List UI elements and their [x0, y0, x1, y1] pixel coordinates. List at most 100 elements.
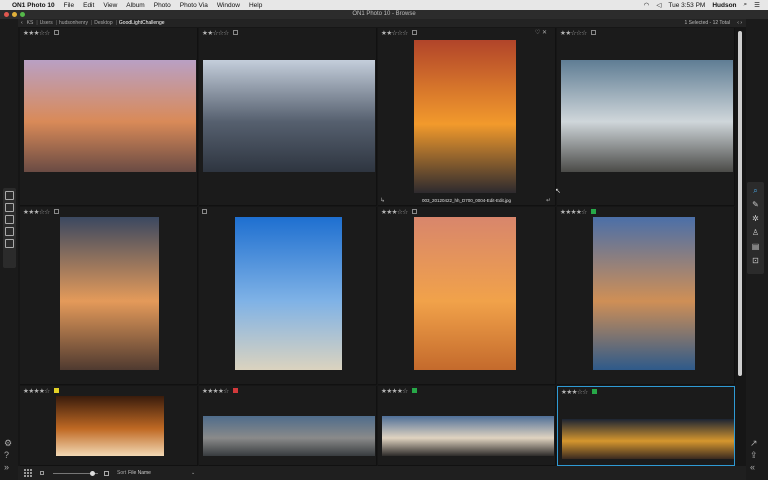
breadcrumb-item[interactable]: KS [27, 20, 34, 26]
photo-thumbnail[interactable] [414, 40, 516, 193]
photo-cell[interactable]: ★★★☆☆ [20, 207, 198, 385]
photo-cell[interactable]: ★★★★☆ [199, 386, 377, 466]
chevron-down-icon[interactable]: ⌄ [191, 470, 195, 476]
menu-window[interactable]: Window [217, 2, 240, 9]
back-icon[interactable]: ‹ [21, 20, 23, 26]
photo-cell[interactable]: ★★★☆☆ [557, 386, 735, 466]
share-icon[interactable]: ⇪ [750, 450, 758, 460]
star-rating[interactable]: ★★★★☆ [560, 208, 587, 216]
portrait-icon[interactable]: ♙ [750, 227, 761, 238]
thumbnail-size-slider[interactable] [53, 470, 98, 476]
color-label[interactable] [233, 30, 238, 35]
rotate-left-icon[interactable]: ↳ [380, 197, 385, 204]
breadcrumb-item[interactable]: Desktop [94, 20, 112, 26]
star-rating[interactable]: ★★★★☆ [381, 387, 408, 395]
photo-filename: 003_20120422_hh_D700_0004-Edit-Edit.jpg [421, 198, 512, 203]
color-label[interactable] [412, 209, 417, 214]
menu-album[interactable]: Album [126, 2, 144, 9]
photo-cell[interactable]: ★★☆☆☆ [199, 28, 377, 206]
menu-photo-via[interactable]: Photo Via [180, 2, 208, 9]
star-rating[interactable]: ★★★☆☆ [23, 29, 50, 37]
menu-view[interactable]: View [103, 2, 117, 9]
star-rating[interactable]: ★★☆☆☆ [560, 29, 587, 37]
photo-thumbnail[interactable] [593, 217, 695, 370]
color-label[interactable] [202, 209, 207, 214]
photo-cell[interactable]: ★★★☆☆ [378, 207, 556, 385]
breadcrumb-item[interactable]: Users [40, 20, 53, 26]
forward-icon[interactable]: ‹ › [737, 20, 742, 26]
right-module-panel: ⌕ ✎ ✲ ♙ ▤ ⊡ [747, 182, 764, 274]
effects-icon[interactable]: ✲ [750, 213, 761, 224]
photo-thumbnail[interactable] [24, 60, 196, 172]
collapse-right-icon[interactable]: « [750, 462, 758, 472]
wifi-icon[interactable]: ◠ [644, 1, 650, 9]
color-label[interactable] [412, 388, 417, 393]
photo-cell[interactable] [199, 207, 377, 385]
photo-thumbnail[interactable] [203, 60, 375, 172]
tray-icon[interactable] [5, 215, 14, 224]
search-icon[interactable]: ⌕ [744, 1, 748, 9]
photo-cell[interactable]: ★★☆☆☆ ♡ ✕ 003_20120422_hh_D700_0004-Edit-E… [378, 28, 556, 206]
star-rating[interactable]: ★★☆☆☆ [381, 29, 408, 37]
photo-thumbnail[interactable] [414, 217, 516, 370]
gear-icon[interactable]: ⚙ [4, 438, 12, 448]
color-label[interactable] [54, 388, 59, 393]
list-icon[interactable]: ☰ [754, 1, 760, 9]
volume-icon[interactable]: ◁ [656, 1, 661, 9]
grid-scrollbar[interactable] [737, 29, 743, 466]
scrollbar-thumb[interactable] [738, 31, 742, 376]
photo-thumbnail[interactable] [235, 217, 342, 370]
star-rating[interactable]: ★★★☆☆ [381, 208, 408, 216]
photo-thumbnail[interactable] [203, 416, 375, 456]
clock[interactable]: Tue 3:53 PM [668, 2, 705, 9]
large-thumb-icon [104, 470, 109, 476]
breadcrumb-item[interactable]: hudsonhenry [59, 20, 88, 26]
camera-icon[interactable] [5, 203, 14, 212]
sort-select[interactable]: File Name [128, 470, 151, 476]
slider-knob[interactable] [90, 470, 95, 476]
photo-cell[interactable]: ★★★★☆ [378, 386, 556, 466]
photo-cell[interactable]: ★★☆☆☆ [557, 28, 735, 206]
cloud-icon[interactable] [5, 227, 14, 236]
app-menu[interactable]: ON1 Photo 10 [12, 2, 55, 9]
help-icon[interactable]: ? [4, 450, 12, 460]
color-label[interactable] [592, 389, 597, 394]
photo-cell[interactable]: ★★★★☆ [557, 207, 735, 385]
star-rating[interactable]: ★★★★☆ [202, 387, 229, 395]
layers-icon[interactable] [5, 239, 14, 248]
layers-module-icon[interactable]: ▤ [750, 241, 761, 252]
menu-file[interactable]: File [64, 2, 74, 9]
color-label[interactable] [54, 30, 59, 35]
menu-edit[interactable]: Edit [83, 2, 94, 9]
photo-cell[interactable]: ★★★★☆ [20, 386, 198, 466]
menu-photo[interactable]: Photo [154, 2, 171, 9]
browse-icon[interactable]: ⌕ [750, 185, 761, 196]
color-label[interactable] [412, 30, 417, 35]
breadcrumb-current[interactable]: GoodLightChallenge [119, 20, 165, 26]
star-rating[interactable]: ★★★☆☆ [23, 208, 50, 216]
color-label[interactable] [591, 30, 596, 35]
color-label[interactable] [54, 209, 59, 214]
menu-help[interactable]: Help [249, 2, 262, 9]
photo-thumbnail[interactable] [562, 419, 734, 459]
resize-icon[interactable]: ⊡ [750, 255, 761, 266]
breadcrumb: ‹ KS | Users | hudsonhenry | Desktop | GoodL… [18, 19, 746, 27]
browse-module-icon[interactable] [5, 191, 14, 200]
develop-icon[interactable]: ✎ [750, 199, 761, 210]
rotate-right-icon[interactable]: ↵ [546, 197, 551, 204]
photo-thumbnail[interactable] [561, 60, 733, 172]
star-rating[interactable]: ★★★☆☆ [561, 388, 588, 396]
color-label[interactable] [591, 209, 596, 214]
grid-view-icon[interactable] [24, 469, 32, 477]
star-rating[interactable]: ★★☆☆☆ [202, 29, 229, 37]
export-icon[interactable]: ↗ [750, 438, 758, 448]
user-name[interactable]: Hudson [712, 2, 736, 9]
favorite-icon[interactable]: ♡ ✕ [535, 29, 547, 36]
photo-thumbnail[interactable] [382, 416, 554, 456]
color-label[interactable] [233, 388, 238, 393]
photo-thumbnail[interactable] [56, 396, 164, 456]
star-rating[interactable]: ★★★★☆ [23, 387, 50, 395]
photo-cell[interactable]: ★★★☆☆ [20, 28, 198, 206]
collapse-icon[interactable]: » [4, 462, 12, 472]
photo-thumbnail[interactable] [60, 217, 159, 370]
